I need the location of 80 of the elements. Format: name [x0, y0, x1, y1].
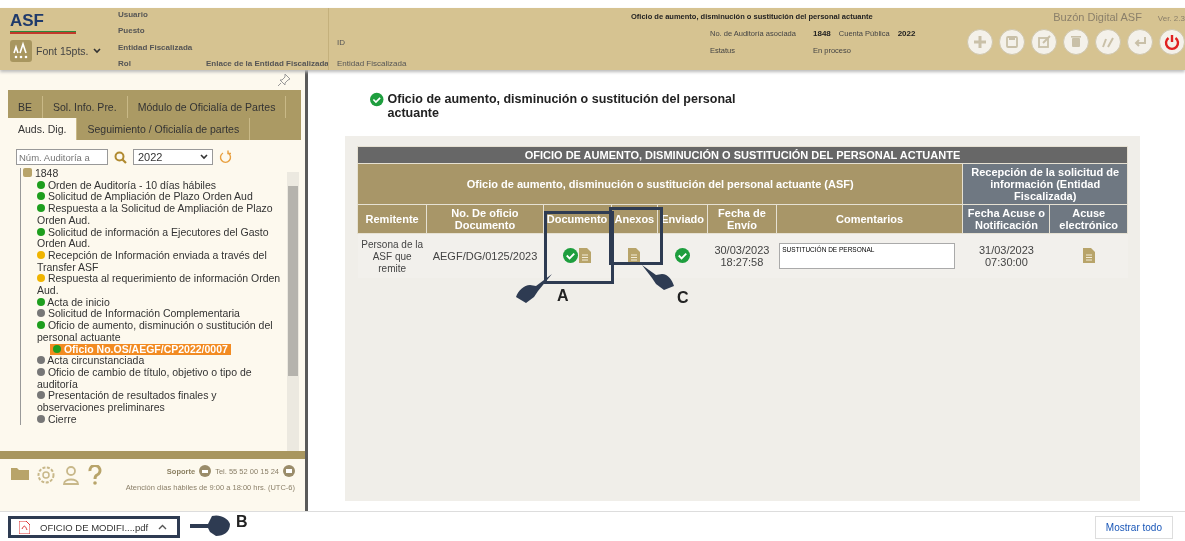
download-item[interactable]: OFICIO DE MODIFI....pdf	[8, 516, 180, 538]
pin-icon[interactable]	[277, 73, 291, 87]
edit-icon[interactable]	[1031, 29, 1057, 55]
column-header: Fecha Acuse o Notificación	[962, 204, 1050, 234]
pointing-hand-icon	[514, 272, 554, 304]
sign-icon[interactable]	[1095, 29, 1121, 55]
chevron-down-icon	[92, 48, 101, 54]
account-year: 2022	[897, 29, 916, 38]
tab[interactable]: Módulo de Oficialía de Partes	[127, 96, 287, 118]
field-label: Usuario	[118, 10, 149, 19]
help-icon[interactable]	[88, 465, 102, 485]
page-title: Oficio de aumento, disminución o sustitución del personal actuante	[387, 92, 737, 120]
tree-item[interactable]: 1848	[20, 168, 62, 180]
field-label: Entidad Fiscalizada	[118, 42, 194, 52]
table-cell: Persona de la ASF que remite	[361, 239, 423, 274]
return-icon[interactable]	[1127, 29, 1153, 55]
entity-label: Entidad Fiscalizada	[337, 59, 408, 68]
search-icon[interactable]	[114, 150, 127, 164]
delete-icon[interactable]	[1063, 29, 1089, 55]
table-cell: AEGF/DG/0125/2023	[432, 250, 538, 262]
annotation-label: C	[677, 289, 689, 307]
tree-item[interactable]: Orden de Auditoría - 10 días hábiles	[34, 179, 220, 192]
tab[interactable]: Auds. Dig.	[8, 118, 78, 140]
tree-item[interactable]: Solicitud de Información Complementaria	[34, 308, 243, 321]
font-size-icon	[10, 40, 32, 62]
refresh-icon[interactable]	[219, 150, 233, 164]
column-header: Fecha de Envío	[707, 204, 777, 234]
tree-item[interactable]: Solicitud de Ampliación de Plazo Orden Aud	[34, 191, 256, 204]
caret-up-icon	[158, 524, 168, 530]
tree-item[interactable]: Acta circunstanciada	[34, 355, 148, 367]
document-icon[interactable]	[628, 247, 641, 263]
column-header: Comentarios	[776, 204, 963, 234]
table-title: OFICIO DE AUMENTO, DISMINUCIÓN O SUSTITUCIÓN DEL PERSONAL ACTUANTE	[357, 146, 1128, 164]
version: Ver. 2.3	[1157, 14, 1185, 23]
check-icon	[675, 247, 691, 263]
annotation-label: B	[236, 513, 248, 531]
annotation-label: A	[557, 287, 569, 305]
column-group-header: Recepción de la solicitud de información (Entidad Fiscalizada)	[962, 163, 1128, 205]
audit-number: 1848	[813, 29, 831, 38]
tree-item[interactable]: Acta de inicio	[34, 296, 113, 309]
pointing-hand-icon	[640, 263, 676, 291]
check-icon	[563, 247, 579, 263]
font-size-dropdown[interactable]: Font 15pts.	[10, 40, 108, 62]
tree-item[interactable]: Recepción de Información enviada a través del Transfer ASF	[34, 249, 285, 274]
column-group-header: Oficio de aumento, disminución o sustitución del personal actuante (ASF)	[357, 163, 963, 205]
check-icon	[370, 92, 384, 107]
field-label: Puesto	[118, 26, 146, 36]
logo-lines	[10, 31, 76, 34]
column-header: Remitente	[357, 204, 427, 234]
column-header: No. De oficio Documento	[426, 204, 544, 234]
settings-icon[interactable]	[36, 465, 56, 485]
audit-search-field[interactable]: Núm. Auditoría a	[16, 149, 108, 165]
scrollbar[interactable]	[287, 172, 299, 451]
tree-item[interactable]: Presentación de resultados finales y observaciones preliminares	[34, 390, 285, 414]
tree-item[interactable]: Solicitud de información a Ejecutores del Gasto Orden Aud.	[34, 226, 285, 250]
folder-icon[interactable]	[10, 465, 30, 481]
year-dropdown[interactable]: 2022	[133, 149, 213, 165]
save-icon[interactable]	[999, 29, 1025, 55]
folder-icon	[23, 168, 32, 177]
field-label: Rol	[118, 59, 132, 68]
table-cell: 30/03/2023 18:27:58	[714, 244, 770, 268]
user-icon[interactable]	[62, 465, 82, 485]
tab[interactable]: Seguimiento / Oficialía de partes	[77, 118, 251, 140]
id-label: ID	[337, 38, 346, 47]
highlight-frame	[609, 207, 663, 265]
field-value: Enlace de la Entidad Fiscalizada	[206, 59, 329, 68]
show-all-button[interactable]: Mostrar todo	[1094, 515, 1173, 539]
tree-item[interactable]: Oficio de cambio de título, objetivo o tipo de auditoría	[34, 366, 285, 391]
app-name: Buzón Digital ASF	[1053, 11, 1142, 23]
column-header: Acuse electrónico	[1049, 204, 1128, 234]
table-cell: 31/03/2023 07:30:00	[978, 244, 1034, 268]
power-icon[interactable]	[1159, 29, 1185, 55]
chevron-down-icon	[200, 154, 208, 160]
tree-item[interactable]: Respuesta a la Solicitud de Ampliación de Plazo Orden Aud.	[34, 203, 285, 227]
tree-item[interactable]: Cierre	[34, 413, 80, 426]
add-icon[interactable]	[967, 29, 993, 55]
tree-item[interactable]: Oficio de aumento, disminución o sustitución del personal actuante	[34, 320, 285, 344]
logo: ASF	[10, 12, 45, 29]
pdf-file-icon	[19, 520, 30, 534]
tree-item[interactable]: Respuesta al requerimiento de información Orden Aud.	[34, 273, 285, 297]
